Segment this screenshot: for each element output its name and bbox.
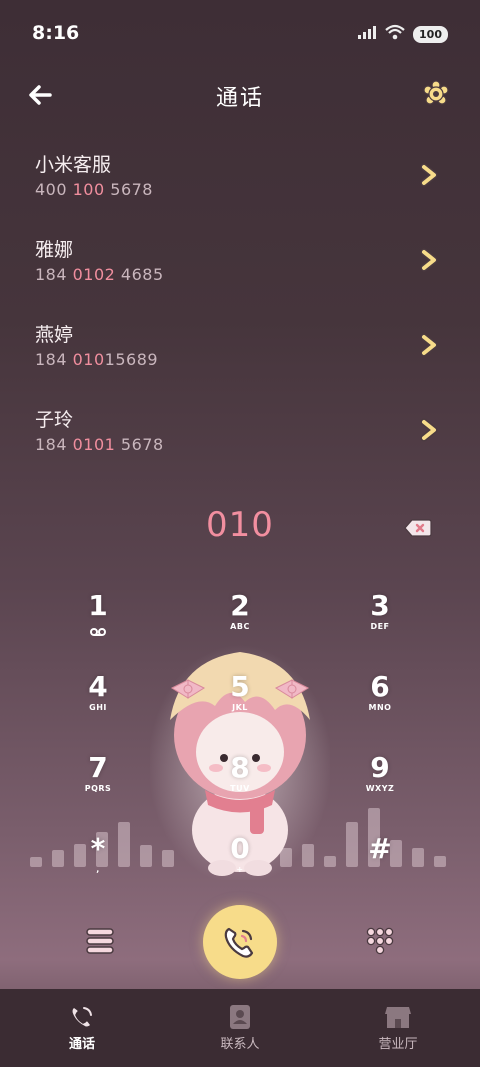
contact-item[interactable]: 燕婷 184 01015689 [0,308,480,393]
key-1[interactable]: 1 [48,590,148,660]
page-title: 通话 [215,86,264,111]
chevron-right-icon[interactable] [418,247,440,273]
contact-item[interactable]: 雅娜 184 0102 4685 [0,223,480,308]
top-bar: 通话 [0,72,480,118]
contacts-book-icon [230,1005,250,1029]
wifi-icon [385,24,405,44]
keypad-toggle-icon[interactable] [364,925,396,957]
status-time: 8:16 [32,22,80,44]
backspace-icon[interactable] [404,518,432,538]
chevron-right-icon[interactable] [418,162,440,188]
dialer-action-row [0,905,480,985]
key-4[interactable]: 4 GHI [48,671,148,741]
key-star[interactable]: * , [48,833,148,903]
call-button[interactable] [203,905,277,979]
phone-call-icon [224,927,254,958]
menu-icon[interactable] [84,925,116,957]
contact-name: 雅娜 [35,239,74,261]
contact-item[interactable]: 小米客服 400 100 5678 [0,138,480,223]
key-6[interactable]: 6 MNO [330,671,430,741]
store-icon [385,1007,411,1028]
bottom-tab-bar: 通话 联系人 营业厅 [0,989,480,1067]
phone-tab-icon [70,1006,92,1029]
contact-number: 184 01015689 [35,350,159,369]
contact-number: 184 0101 5678 [35,435,164,454]
settings-gear-icon[interactable] [422,80,450,108]
contact-suggestion-list: 小米客服 400 100 5678 雅娜 184 0102 4685 燕婷 18… [0,138,480,478]
contact-item[interactable]: 子玲 184 0101 5678 [0,393,480,478]
key-2[interactable]: 2 ABC [190,590,290,660]
key-7[interactable]: 7 PQRS [48,752,148,822]
chevron-right-icon[interactable] [418,417,440,443]
voicemail-icon [48,622,148,641]
tab-service-hall[interactable]: 营业厅 [338,989,458,1067]
key-3[interactable]: 3 DEF [330,590,430,660]
key-hash[interactable]: # [330,833,430,903]
contact-number: 184 0102 4685 [35,265,164,284]
chevron-right-icon[interactable] [418,332,440,358]
tab-calls[interactable]: 通话 [22,989,142,1067]
contact-number: 400 100 5678 [35,180,153,199]
contact-name: 子玲 [35,409,74,431]
tab-contacts[interactable]: 联系人 [180,989,300,1067]
contact-name: 燕婷 [35,324,74,346]
key-0[interactable]: 0 + [190,833,290,903]
contact-name: 小米客服 [35,154,112,176]
status-bar: 8:16 100 [0,0,480,68]
signal-icon [357,25,377,44]
key-9[interactable]: 9 WXYZ [330,752,430,822]
key-8[interactable]: 8 TUV [190,752,290,822]
battery-icon: 100 [413,25,448,43]
key-5[interactable]: 5 JKL [190,671,290,741]
